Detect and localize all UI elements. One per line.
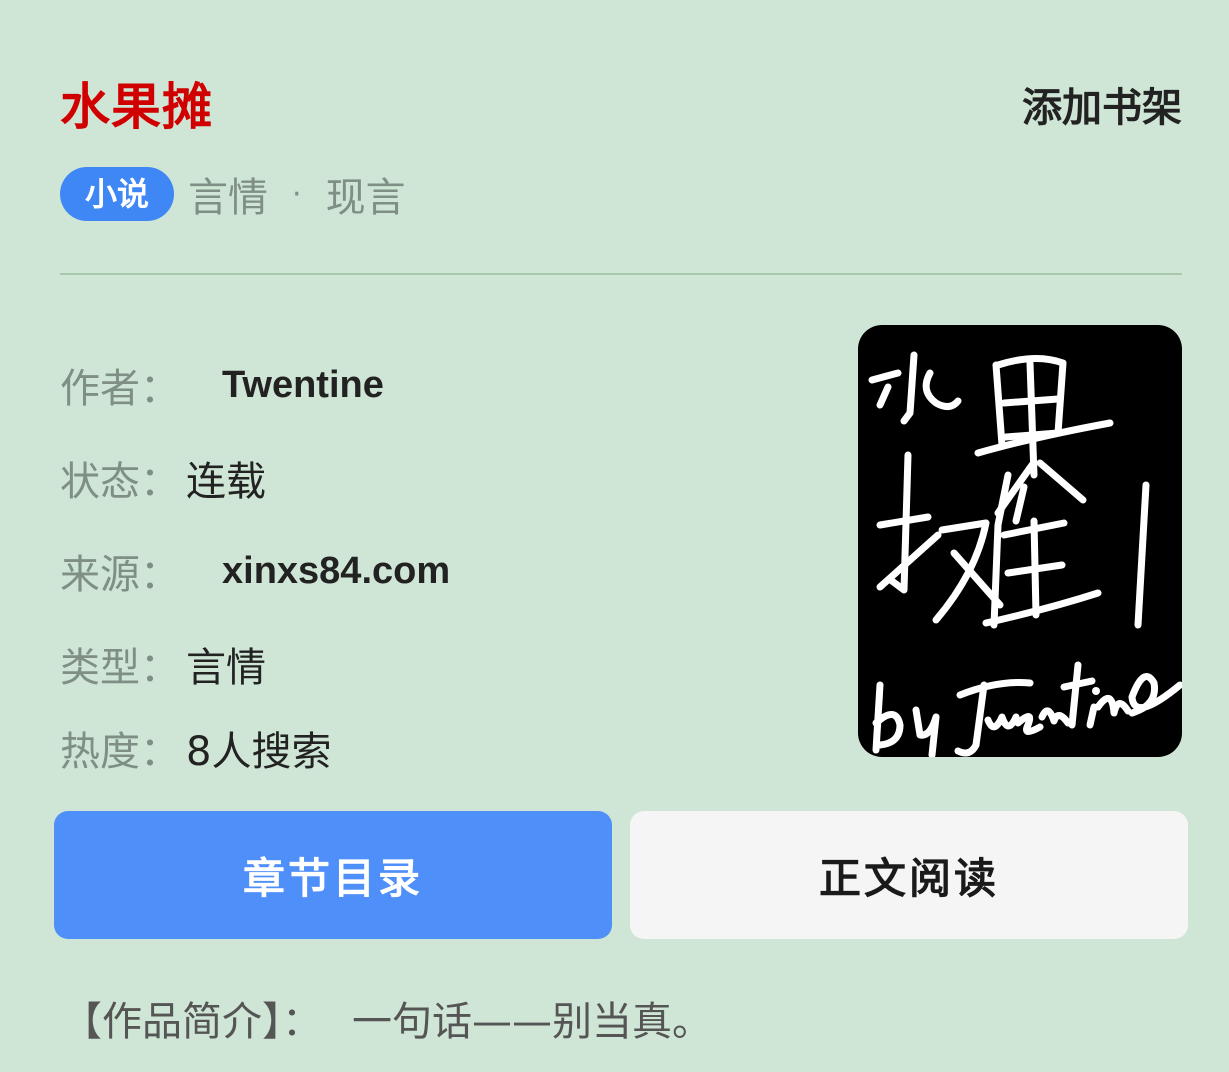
add-to-bookshelf-button[interactable]: 添加书架: [1022, 78, 1182, 138]
book-intro: 【作品简介】： 一句话——别当真。: [62, 992, 712, 1052]
genre-tag: 言情: [188, 175, 269, 221]
status-label: 状态：: [60, 459, 180, 505]
source-label: 来源：: [60, 552, 180, 598]
status-value: 连载: [186, 459, 266, 505]
type-row: 类型： 言情: [60, 634, 266, 694]
type-value: 言情: [186, 645, 266, 691]
type-label: 类型：: [60, 645, 180, 691]
popularity-row: 热度： 8人搜索: [60, 718, 331, 778]
subgenre-tag: 现言: [325, 175, 406, 221]
author-value[interactable]: Twentine: [222, 364, 384, 407]
author-row: 作者： Twentine: [60, 355, 384, 415]
divider: [60, 273, 1182, 275]
popularity-label: 热度：: [60, 729, 180, 775]
book-title: 水果摊: [60, 78, 213, 136]
tag-separator: ·: [292, 176, 302, 212]
source-value[interactable]: xinxs84.com: [222, 550, 450, 593]
tag-row: 小说 言情 · 现言: [60, 166, 406, 222]
popularity-value: 8人搜索: [186, 729, 332, 775]
author-label: 作者：: [60, 366, 180, 412]
chapter-catalog-button[interactable]: 章节目录: [54, 811, 612, 939]
book-cover-image[interactable]: [858, 325, 1182, 757]
source-row: 来源： xinxs84.com: [60, 541, 450, 601]
start-reading-button[interactable]: 正文阅读: [630, 811, 1188, 939]
status-row: 状态： 连载: [60, 448, 266, 508]
category-badge: 小说: [60, 167, 175, 221]
handwritten-cover-art: [868, 351, 1182, 757]
intro-label: 【作品简介】：: [62, 999, 322, 1045]
book-header: 水果摊 添加书架: [60, 72, 1182, 142]
intro-text: 一句话——别当真。: [352, 999, 712, 1045]
